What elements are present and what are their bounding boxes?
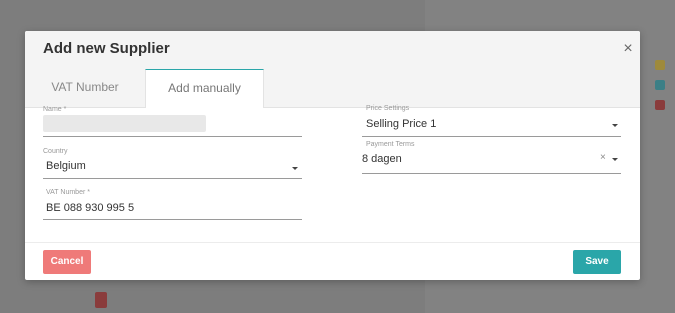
- country-value: Belgium: [46, 160, 86, 172]
- tab-vat-number[interactable]: VAT Number: [25, 69, 145, 107]
- background-marker: [655, 80, 665, 90]
- dialog-title: Add new Supplier: [43, 40, 170, 57]
- payment-terms-underline: [362, 173, 621, 174]
- background-marker: [655, 60, 665, 70]
- tab-add-manually[interactable]: Add manually: [145, 69, 264, 108]
- name-underline: [43, 136, 302, 137]
- save-button[interactable]: Save: [573, 250, 621, 274]
- close-icon[interactable]: ×: [621, 41, 635, 57]
- name-label: Name *: [43, 106, 67, 113]
- name-value-redacted: [43, 115, 206, 132]
- country-label: Country: [43, 148, 68, 155]
- chevron-down-icon: [612, 158, 618, 161]
- price-settings-value: Selling Price 1: [366, 118, 437, 130]
- vat-number-underline: [43, 219, 302, 220]
- country-select[interactable]: Country Belgium: [43, 148, 302, 179]
- background-marker: [95, 292, 107, 308]
- chevron-down-icon: [292, 167, 298, 170]
- cancel-button[interactable]: Cancel: [43, 250, 91, 274]
- add-supplier-dialog: Add new Supplier × VAT Number Add manual…: [25, 31, 640, 280]
- vat-number-value: BE 088 930 995 5: [46, 202, 135, 214]
- country-underline: [43, 178, 302, 179]
- price-settings-label: Price Settings: [366, 105, 410, 112]
- vat-number-field[interactable]: VAT Number * BE 088 930 995 5: [43, 189, 302, 220]
- price-settings-select[interactable]: Price Settings Selling Price 1: [362, 105, 621, 137]
- dialog-header: Add new Supplier ×: [25, 31, 640, 69]
- payment-terms-value: 8 dagen: [362, 153, 402, 165]
- payment-terms-label: Payment Terms: [366, 141, 415, 148]
- price-settings-underline: [362, 136, 621, 137]
- payment-terms-select[interactable]: Payment Terms 8 dagen ×: [362, 141, 621, 174]
- name-field[interactable]: Name *: [43, 106, 302, 137]
- clear-icon[interactable]: ×: [600, 152, 606, 163]
- footer-divider: [25, 242, 640, 243]
- tabs-bar: VAT Number Add manually: [25, 69, 640, 108]
- chevron-down-icon: [612, 124, 618, 127]
- vat-number-label: VAT Number *: [46, 189, 90, 196]
- background-marker: [655, 100, 665, 110]
